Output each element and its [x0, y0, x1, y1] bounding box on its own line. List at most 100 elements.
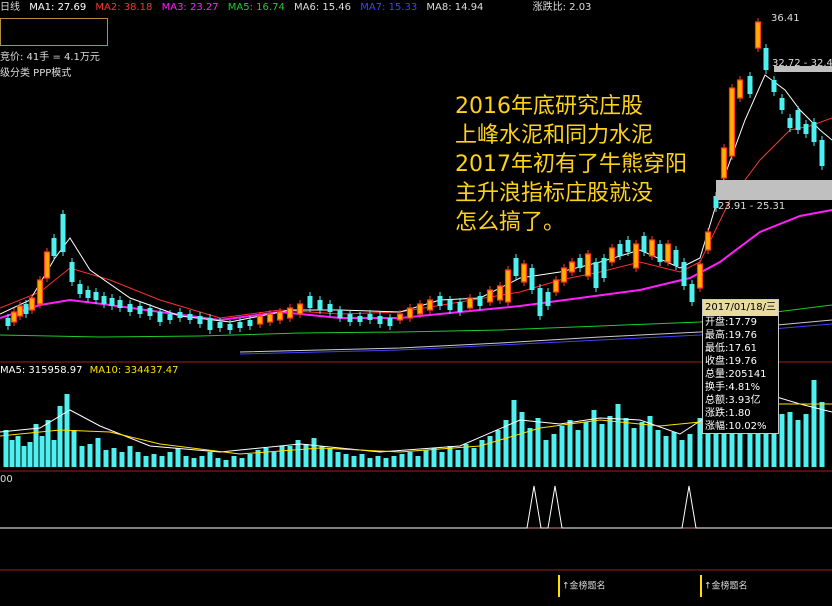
candle-body-down [477, 296, 483, 306]
candle-body-down [763, 48, 769, 70]
ma8-label: MA8: 14.94 [426, 2, 484, 13]
volume-bar [407, 452, 413, 467]
volume-bar [575, 430, 581, 467]
volume-bar [87, 444, 93, 467]
candle-body-down [545, 292, 551, 306]
candle-body-down [787, 118, 793, 128]
candle-body-up [520, 263, 528, 283]
candle-body-down [771, 80, 777, 92]
volume-bar [559, 426, 565, 467]
stock-name-box[interactable] [0, 18, 108, 46]
candle-body-down [673, 250, 679, 266]
volume-bar [223, 460, 229, 467]
volume-bar [655, 430, 661, 467]
volume-bar [335, 452, 341, 467]
ma2-label: MA2: 38.18 [95, 2, 153, 13]
volume-bar [639, 422, 645, 467]
annotation-line: 2017年初有了牛熊穿阳 [455, 152, 687, 177]
volume-bar [631, 428, 637, 467]
candle-body-down [137, 306, 143, 314]
candle-body-up [256, 315, 264, 325]
candle-body-up [296, 303, 304, 315]
volume-bar [103, 450, 109, 467]
vol-ma5-label: MA5: 315958.97 [0, 365, 83, 376]
tooltip-pct: 涨幅:10.02% [705, 421, 767, 432]
candle-body-up [648, 239, 656, 257]
volume-bar [615, 404, 621, 467]
volume-bar [455, 450, 461, 467]
volume-bar [479, 440, 485, 467]
candle-body-down [377, 316, 383, 324]
candle-body-up [266, 313, 274, 323]
volume-bar [21, 446, 27, 467]
candle-body-down [347, 314, 353, 322]
volume-bar [231, 456, 237, 467]
volume-bar [663, 436, 669, 467]
candle-body-up [704, 231, 712, 251]
ma-red-line [0, 117, 832, 319]
volume-bar [819, 402, 825, 467]
price-range-upper-label: 32.72 - 32.40 [772, 58, 832, 69]
candle-body-down [227, 324, 233, 330]
candle-body-down [207, 318, 213, 330]
candle-body-down [577, 258, 583, 268]
candle-body-down [337, 310, 343, 318]
candle-body-down [247, 320, 253, 326]
candle-body-up [560, 267, 568, 283]
volume-bar [359, 454, 365, 467]
candle-body-down [51, 238, 57, 256]
volume-bar [183, 456, 189, 467]
volume-bar [167, 452, 173, 467]
candle-body-down [513, 258, 519, 276]
volume-bar [787, 412, 793, 467]
candle-body-up [552, 279, 560, 293]
candle-body-down [681, 262, 687, 286]
candle-body-down [617, 244, 623, 256]
volume-bar [423, 450, 429, 467]
candle-body-up [504, 269, 512, 303]
volume-bar [623, 418, 629, 467]
volume-bar [287, 446, 293, 467]
volume-bar [495, 430, 501, 467]
volume-bar [79, 446, 85, 467]
signal-chip[interactable]: ↑金榜题名 [558, 575, 606, 597]
signal-chip[interactable]: ↑金榜题名 [700, 575, 748, 597]
candle-body-down [60, 214, 66, 252]
volume-bar [439, 452, 445, 467]
indicator-topbar: 日线 MA1: 27.69 MA2: 38.18 MA3: 23.27 MA5:… [0, 0, 832, 16]
volume-bar [367, 458, 373, 467]
candle-body-down [317, 300, 323, 310]
candle-body-down [109, 298, 115, 306]
volume-bar [27, 442, 33, 467]
candle-body-up [486, 289, 494, 303]
volume-bar [51, 440, 57, 467]
signal-chip-label: ↑金榜题名 [704, 581, 748, 592]
volume-bar [795, 420, 801, 467]
candle-body-up [416, 303, 424, 315]
candle-body-down [641, 236, 647, 252]
volume-bar [279, 446, 285, 467]
volume-bar [551, 434, 557, 467]
candle-body-down [657, 244, 663, 262]
volume-bar [271, 452, 277, 467]
chart-title: 日线 [0, 2, 20, 13]
tooltip-date: 2017/01/18/三 [703, 300, 778, 316]
candle-tooltip: 2017/01/18/三 开盘:17.79 最高:19.76 最低:17.61 … [702, 299, 779, 434]
candle-body-up [10, 311, 18, 323]
candle-body-down [387, 318, 393, 326]
ma5-label: MA5: 16.74 [227, 2, 285, 13]
candle-body-down [357, 316, 363, 322]
candle-body-up [664, 243, 672, 263]
candle-body-down [747, 76, 753, 94]
candle-body-down [197, 316, 203, 324]
indicator-label: 00 [0, 474, 13, 485]
annotation-line: 2016年底研究庄股 [455, 94, 643, 119]
volume-bar [679, 440, 685, 467]
candle-body-down [69, 262, 75, 282]
volume-bar [45, 420, 51, 467]
tooltip-volume: 总量:205141 [705, 369, 767, 380]
candle-body-up [286, 307, 294, 319]
volume-bar [391, 456, 397, 467]
signal-marker-icon [558, 575, 560, 597]
volume-bar [111, 448, 117, 467]
